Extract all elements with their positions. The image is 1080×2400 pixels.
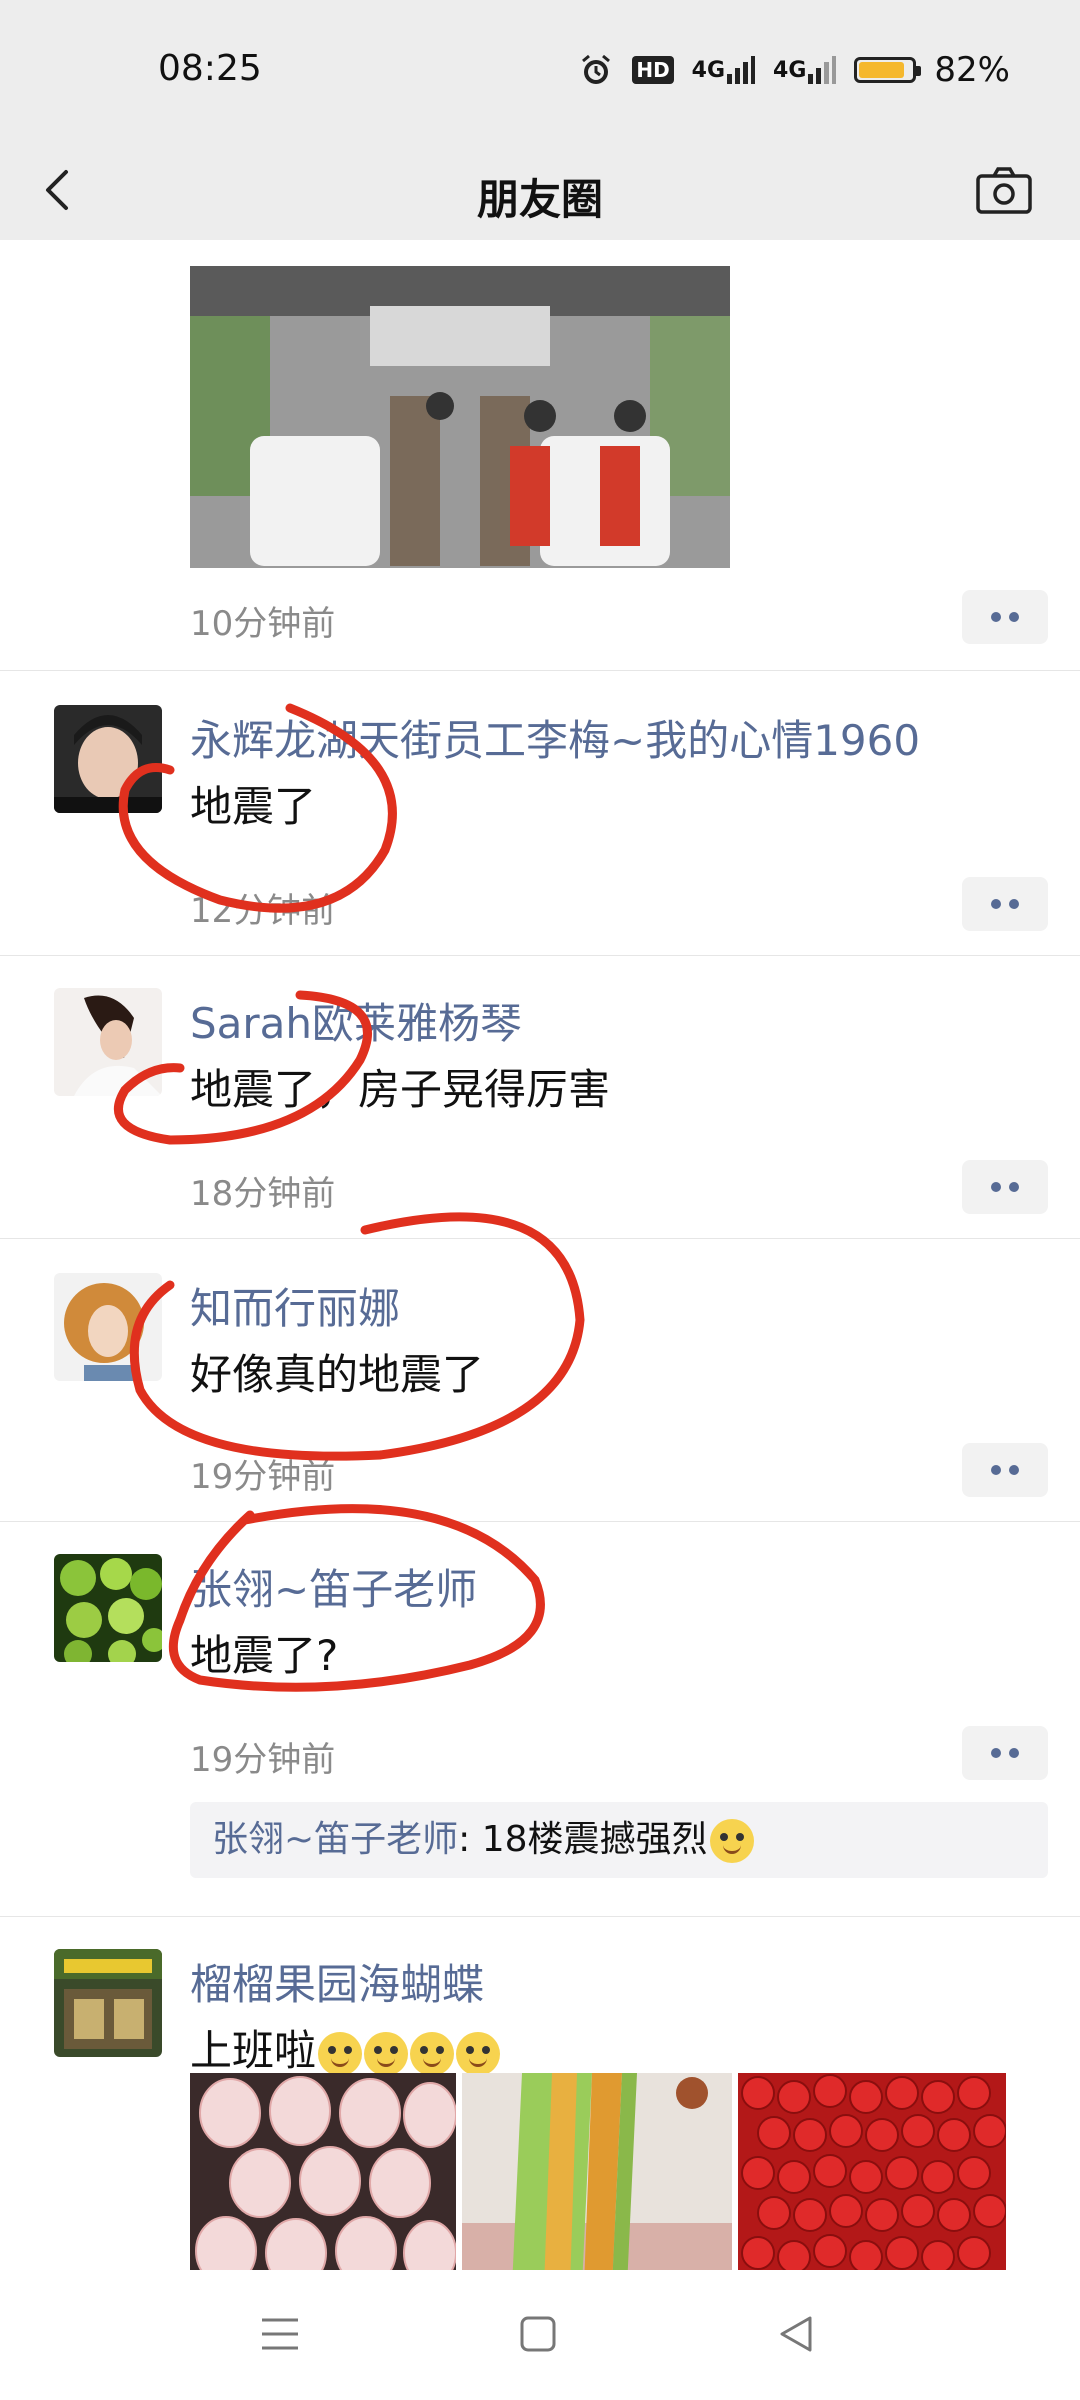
post-text: 好像真的地震了 bbox=[190, 1350, 485, 1399]
home-square-icon bbox=[520, 2316, 556, 2352]
smile-emoji bbox=[318, 2031, 363, 2076]
alarm-icon bbox=[578, 52, 614, 88]
post-author[interactable]: 张翎~笛子老师 bbox=[190, 1556, 477, 1617]
battery-icon bbox=[854, 57, 922, 83]
status-icons: HD 4G 4G 82% bbox=[578, 50, 1010, 90]
back-nav-button[interactable] bbox=[772, 2310, 820, 2358]
battery-percent: 82% bbox=[934, 50, 1010, 90]
status-bar: 08:25 HD 4G 4G 82% bbox=[0, 0, 1080, 140]
moment-post: 永辉龙湖天街员工李梅~我的心情1960 地震了 12分钟前 bbox=[0, 671, 1080, 956]
moments-feed[interactable]: 10分钟前 永辉龙湖天街员工李梅~我的心情1960 地震了 12分钟前 Sara… bbox=[0, 240, 1080, 2317]
home-button[interactable] bbox=[514, 2310, 562, 2358]
emoji-group bbox=[316, 2026, 501, 2076]
avatar[interactable] bbox=[54, 1554, 162, 1662]
camera-button[interactable] bbox=[972, 158, 1036, 222]
post-photo[interactable] bbox=[190, 266, 730, 568]
post-author[interactable]: 榴榴果园海蝴蝶 bbox=[190, 1951, 484, 2012]
comment-author[interactable]: 张翎~笛子老师 bbox=[212, 1819, 458, 1860]
more-button[interactable] bbox=[962, 1443, 1048, 1497]
more-button[interactable] bbox=[962, 590, 1048, 644]
signal-icon: 4G bbox=[773, 54, 837, 86]
menu-icon bbox=[262, 2318, 298, 2350]
post-time: 19分钟前 bbox=[190, 1740, 336, 1780]
post-time: 18分钟前 bbox=[190, 1174, 336, 1214]
post-time: 19分钟前 bbox=[190, 1457, 336, 1497]
post-text: 地震了? bbox=[190, 1631, 339, 1680]
bus-interior-photo bbox=[190, 266, 730, 568]
post-author[interactable]: 永辉龙湖天街员工李梅~我的心情1960 bbox=[190, 707, 920, 768]
post-author[interactable]: Sarah欧莱雅杨琴 bbox=[190, 990, 522, 1051]
system-nav-bar bbox=[0, 2270, 1080, 2400]
comment-text: : 18楼震撼强烈 bbox=[458, 1819, 708, 1860]
white-strawberries-photo bbox=[190, 2073, 456, 2287]
red-strawberries-photo bbox=[738, 2073, 1006, 2287]
avatar[interactable] bbox=[54, 1273, 162, 1381]
post-time: 10分钟前 bbox=[190, 604, 336, 644]
moment-post: 榴榴果园海蝴蝶 上班啦 bbox=[0, 1917, 1080, 2317]
status-time: 08:25 bbox=[158, 48, 262, 89]
moment-post: 知而行丽娜 好像真的地震了 19分钟前 bbox=[0, 1239, 1080, 1522]
moment-post: 10分钟前 bbox=[0, 240, 1080, 671]
hd-icon: HD bbox=[632, 56, 674, 84]
camera-icon bbox=[976, 167, 1032, 214]
post-photo[interactable] bbox=[190, 2073, 456, 2287]
battery-fill bbox=[859, 62, 904, 78]
comment-item[interactable]: 张翎~笛子老师: 18楼震撼强烈 bbox=[190, 1802, 1048, 1878]
post-time: 12分钟前 bbox=[190, 891, 336, 931]
moment-post: 张翎~笛子老师 地震了? 19分钟前 张翎~笛子老师: 18楼震撼强烈 bbox=[0, 1522, 1080, 1917]
network-label: 4G bbox=[773, 57, 807, 83]
post-text-row: 上班啦 bbox=[190, 2017, 501, 2078]
smile-emoji bbox=[456, 2031, 501, 2076]
post-photo[interactable] bbox=[462, 2073, 732, 2287]
cake-roll-photo bbox=[462, 2073, 732, 2287]
post-author[interactable]: 知而行丽娜 bbox=[190, 1275, 400, 1336]
smile-emoji bbox=[410, 2031, 455, 2076]
moment-post: Sarah欧莱雅杨琴 地震了，房子晃得厉害 18分钟前 bbox=[0, 956, 1080, 1239]
smile-emoji bbox=[364, 2031, 409, 2076]
avatar[interactable] bbox=[54, 1949, 162, 2057]
laugh-cry-emoji bbox=[709, 1819, 754, 1863]
nav-bar: 朋友圈 bbox=[0, 140, 1080, 240]
menu-button[interactable] bbox=[256, 2310, 304, 2358]
more-button[interactable] bbox=[962, 1160, 1048, 1214]
page-title: 朋友圈 bbox=[476, 175, 603, 224]
signal-icon: 4G bbox=[691, 54, 756, 86]
back-triangle-icon bbox=[780, 2316, 812, 2352]
post-photo[interactable] bbox=[738, 2073, 1006, 2287]
more-button[interactable] bbox=[962, 877, 1048, 931]
post-text: 地震了，房子晃得厉害 bbox=[190, 1065, 611, 1114]
more-button[interactable] bbox=[962, 1726, 1048, 1780]
avatar[interactable] bbox=[54, 988, 162, 1096]
avatar[interactable] bbox=[54, 705, 162, 813]
post-text: 上班啦 bbox=[190, 2026, 317, 2075]
network-label: 4G bbox=[691, 57, 726, 83]
post-text: 地震了 bbox=[190, 782, 317, 831]
